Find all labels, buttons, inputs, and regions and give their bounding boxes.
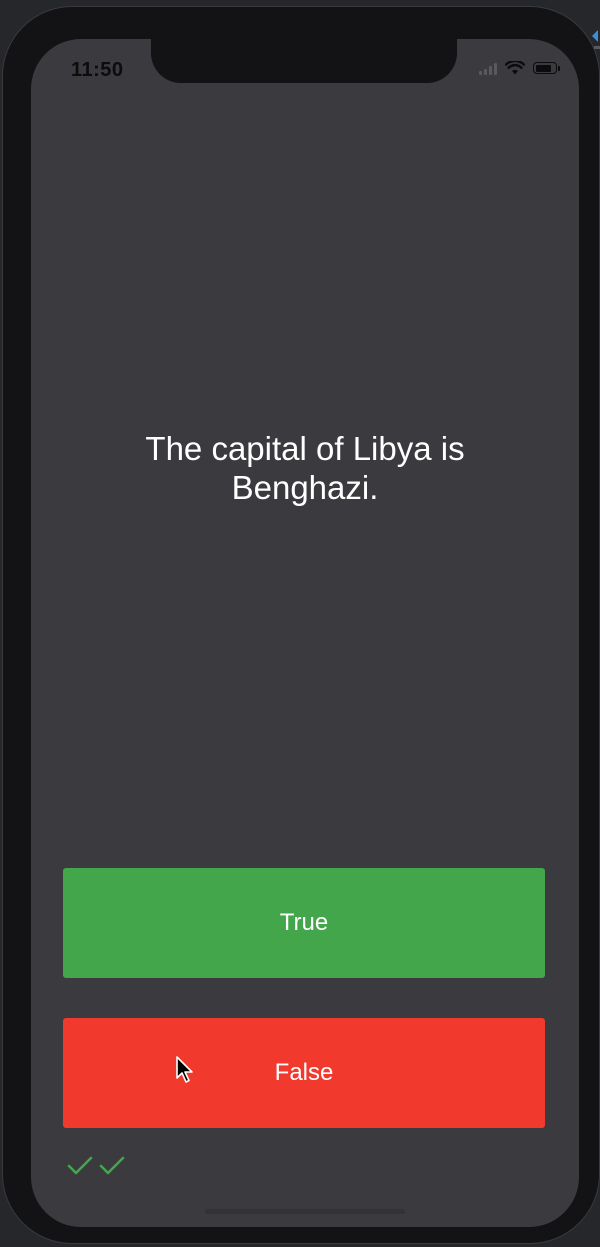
- score-keeper: [67, 1155, 125, 1177]
- notch: [151, 39, 457, 83]
- true-button[interactable]: True: [63, 868, 545, 978]
- mouse-cursor-icon: [176, 1056, 193, 1083]
- battery-icon: [533, 62, 560, 74]
- phone-frame: 11:50 The capital of Libya is Benghazi. …: [2, 6, 600, 1244]
- cellular-signal-icon: [479, 61, 497, 75]
- app-screen: 11:50 The capital of Libya is Benghazi. …: [31, 39, 579, 1227]
- false-button[interactable]: False: [63, 1018, 545, 1128]
- check-icon: [99, 1156, 125, 1175]
- wifi-icon: [505, 61, 525, 75]
- status-icons: [479, 61, 560, 75]
- home-indicator[interactable]: [205, 1209, 405, 1214]
- question-text: The capital of Libya is Benghazi.: [145, 430, 465, 506]
- status-time: 11:50: [71, 59, 124, 81]
- side-toolbar-icon: [592, 30, 600, 49]
- check-icon: [67, 1156, 93, 1175]
